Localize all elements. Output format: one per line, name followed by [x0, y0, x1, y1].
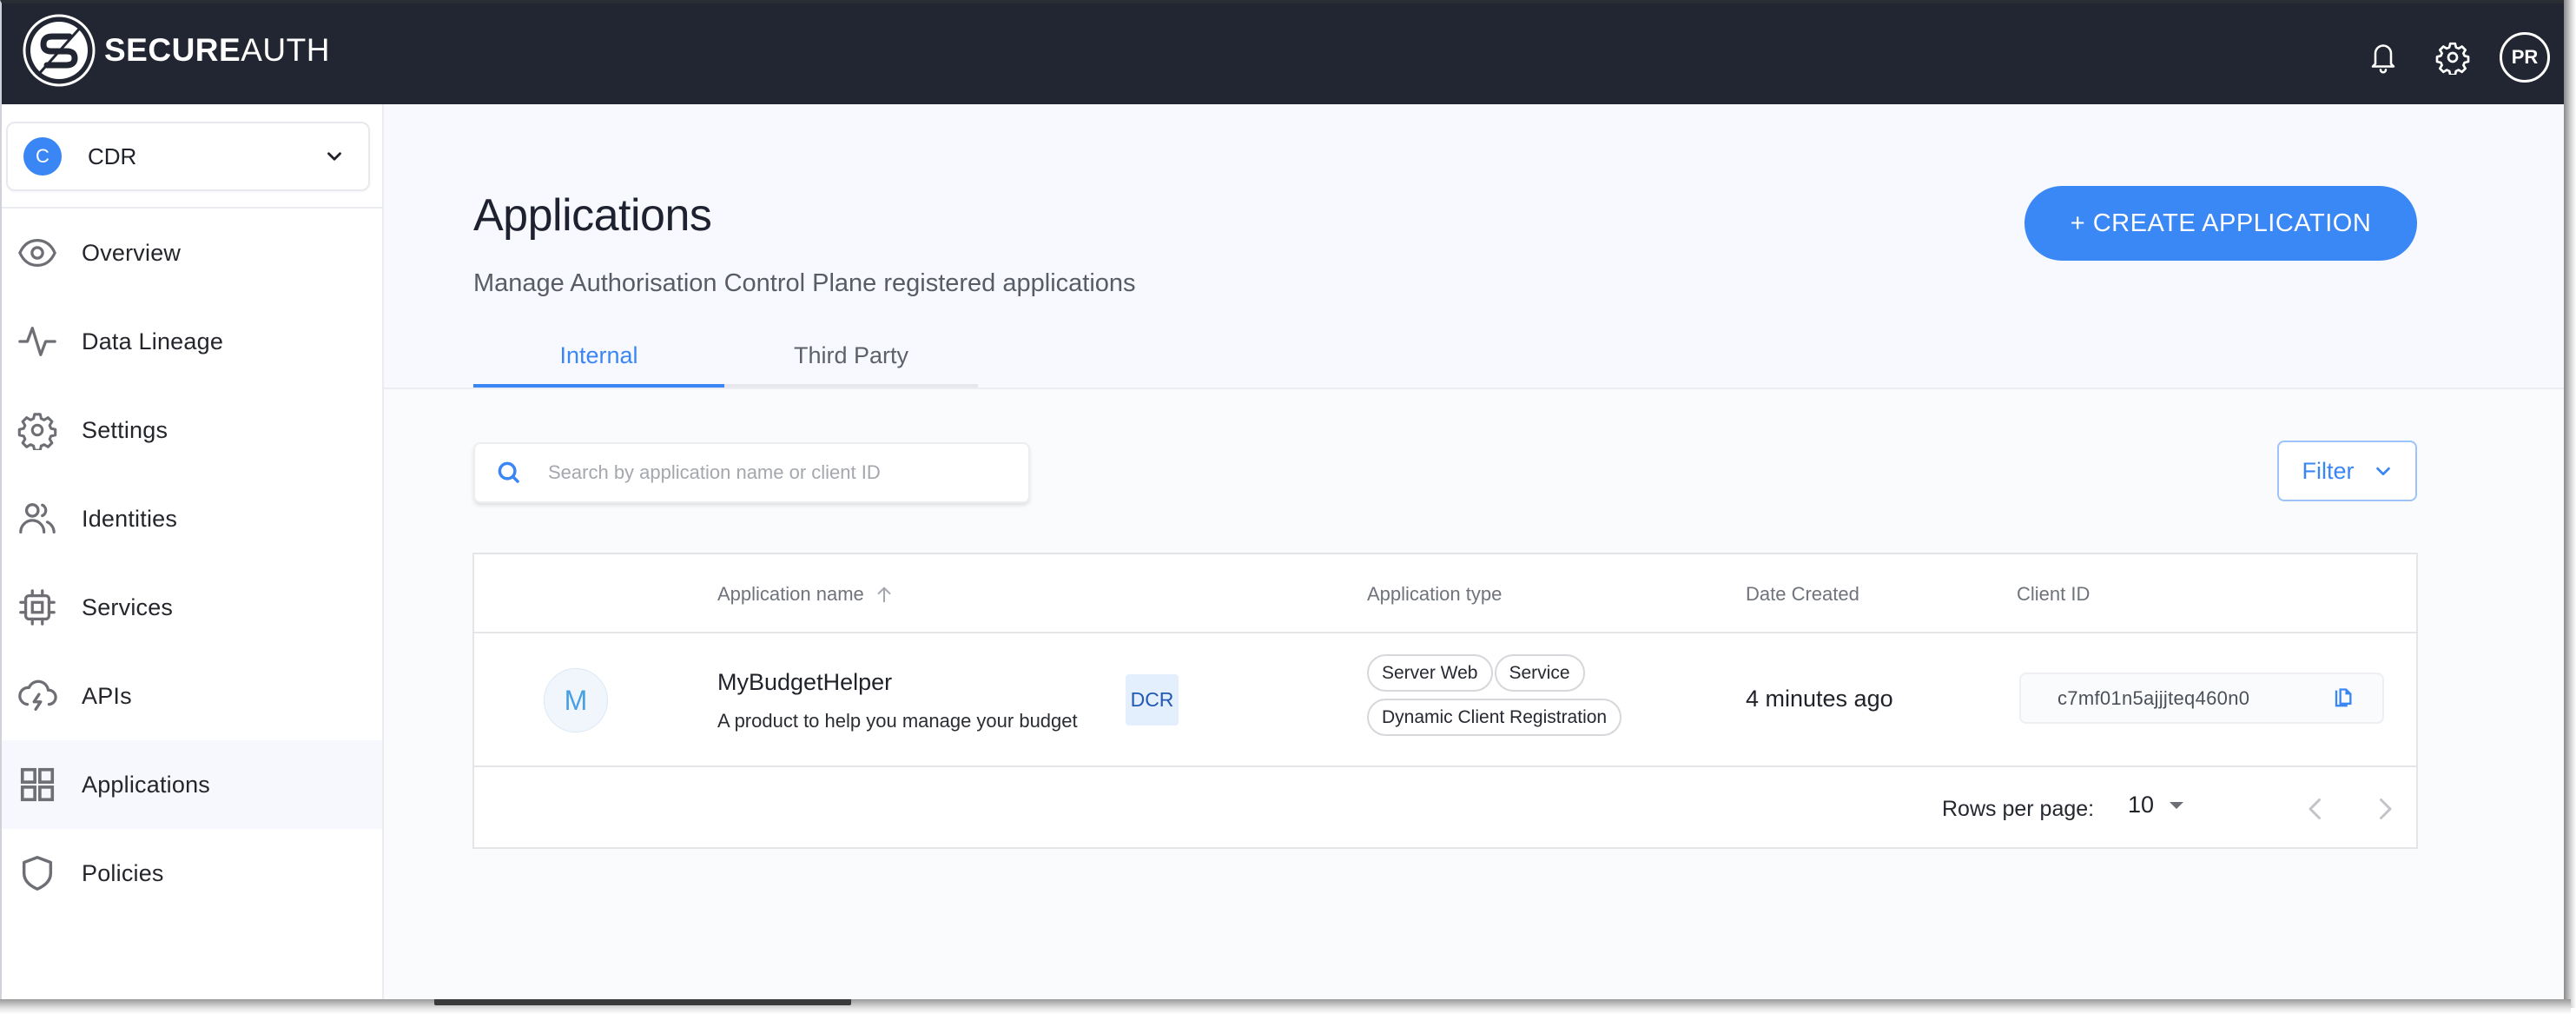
- grid-icon: [17, 765, 57, 805]
- brand-bold: SECURE: [104, 32, 241, 68]
- client-id-field: c7mf01n5ajjjteq460n0: [2019, 673, 2384, 724]
- tenant-badge: C: [23, 137, 62, 176]
- column-header-application-type: Application type: [1367, 582, 1503, 605]
- copy-icon[interactable]: [2330, 686, 2355, 711]
- eye-icon: [17, 233, 57, 273]
- secureauth-logo-icon: [23, 14, 96, 87]
- search-box: [473, 442, 1030, 503]
- page-header: Applications Manage Authorisation Contro…: [384, 104, 2564, 389]
- sidebar-item-data-lineage[interactable]: Data Lineage: [2, 297, 382, 386]
- tenant-selector[interactable]: C CDR: [6, 122, 370, 191]
- sidebar-item-label: Policies: [82, 859, 164, 886]
- settings-button[interactable]: [2434, 38, 2472, 76]
- sidebar: C CDR Overview Data Lineage Settings Ide…: [2, 104, 384, 999]
- column-header-client-id: Client ID: [2017, 582, 2091, 605]
- sidebar-item-label: Identities: [82, 505, 178, 532]
- gear-icon: [17, 410, 57, 450]
- app-type-chips: Server Web Service Dynamic Client Registr…: [1367, 654, 1662, 743]
- users-icon: [17, 499, 57, 539]
- pulse-icon: [17, 321, 57, 361]
- sidebar-item-label: Data Lineage: [82, 328, 224, 355]
- sidebar-item-applications[interactable]: Applications: [2, 740, 382, 829]
- sidebar-item-label: Applications: [82, 771, 210, 798]
- chevron-down-icon: [2375, 467, 2390, 476]
- app-type-chip: Service: [1494, 654, 1585, 692]
- chip-icon: [17, 587, 57, 627]
- client-id-value: c7mf01n5ajjjteq460n0: [2057, 686, 2250, 709]
- column-label: Application name: [717, 582, 864, 605]
- chevron-down-icon: [327, 152, 341, 161]
- brand-name: SECUREAUTH: [104, 32, 330, 69]
- sidebar-item-apis[interactable]: APIs: [2, 652, 382, 740]
- tab-third-party[interactable]: Third Party: [724, 327, 978, 388]
- arrow-up-icon: [877, 587, 891, 602]
- table-pagination: Rows per page: 10: [474, 767, 2416, 849]
- window-shadow-bottom: [0, 999, 2571, 1014]
- create-application-button[interactable]: + CREATE APPLICATION: [2024, 186, 2417, 261]
- app-type-chip: Dynamic Client Registration: [1367, 699, 1622, 736]
- rows-per-page-value: 10: [2128, 792, 2155, 818]
- sidebar-item-label: Settings: [82, 416, 168, 443]
- app-description: A product to help you manage your budget: [717, 710, 1078, 732]
- horizontal-scrollbar[interactable]: [434, 999, 851, 1005]
- search-input[interactable]: [548, 461, 1017, 484]
- sidebar-item-label: APIs: [82, 682, 132, 709]
- sidebar-item-policies[interactable]: Policies: [2, 829, 382, 918]
- sidebar-item-overview[interactable]: Overview: [2, 209, 382, 297]
- user-avatar[interactable]: PR: [2500, 32, 2550, 83]
- brand-light: AUTH: [241, 32, 330, 68]
- sidebar-item-label: Overview: [82, 239, 182, 266]
- filter-label: Filter: [2302, 457, 2355, 484]
- cloud-lightning-icon: [17, 676, 57, 716]
- page-title: Applications: [473, 190, 712, 241]
- sidebar-item-label: Services: [82, 593, 174, 620]
- tenant-name: CDR: [88, 142, 137, 169]
- sidebar-nav: Overview Data Lineage Settings Identitie…: [2, 209, 382, 918]
- sidebar-item-settings[interactable]: Settings: [2, 386, 382, 474]
- rows-per-page-select[interactable]: 10: [2128, 792, 2184, 818]
- next-page-button[interactable]: [2369, 793, 2401, 825]
- caret-down-icon: [2170, 801, 2184, 809]
- tabs: Internal Third Party: [473, 327, 978, 388]
- table-row[interactable]: M MyBudgetHelper A product to help you m…: [474, 633, 2416, 767]
- applications-table: Application name Application type Date C…: [472, 553, 2418, 849]
- app-type-chip: Server Web: [1367, 654, 1493, 692]
- app-avatar: M: [544, 668, 608, 732]
- main-content: Applications Manage Authorisation Contro…: [384, 104, 2564, 999]
- notifications-button[interactable]: [2364, 38, 2402, 76]
- sidebar-item-services[interactable]: Services: [2, 563, 382, 652]
- tab-internal[interactable]: Internal: [473, 327, 724, 388]
- app-name[interactable]: MyBudgetHelper: [717, 669, 892, 696]
- filter-button[interactable]: Filter: [2277, 441, 2417, 501]
- search-icon: [498, 461, 519, 483]
- top-bar: SECUREAUTH PR: [2, 3, 2564, 104]
- shield-icon: [17, 853, 57, 893]
- bell-icon: [2371, 44, 2395, 74]
- previous-page-button[interactable]: [2300, 793, 2331, 825]
- table-header: Application name Application type Date C…: [474, 554, 2416, 633]
- app-window: SECUREAUTH PR C CDR Overview Data Lineag…: [0, 0, 2564, 999]
- rows-per-page-label: Rows per page:: [1942, 797, 2095, 821]
- date-created: 4 minutes ago: [1746, 686, 1893, 712]
- column-header-application-name[interactable]: Application name: [717, 554, 894, 633]
- gear-icon: [2435, 42, 2470, 75]
- dcr-badge: DCR: [1126, 674, 1179, 726]
- column-header-date-created: Date Created: [1746, 582, 1859, 605]
- sidebar-item-identities[interactable]: Identities: [2, 474, 382, 563]
- page-subtitle: Manage Authorisation Control Plane regis…: [473, 269, 1136, 297]
- window-shadow-right: [2564, 0, 2576, 1008]
- secureauth-logo[interactable]: SECUREAUTH: [23, 14, 330, 87]
